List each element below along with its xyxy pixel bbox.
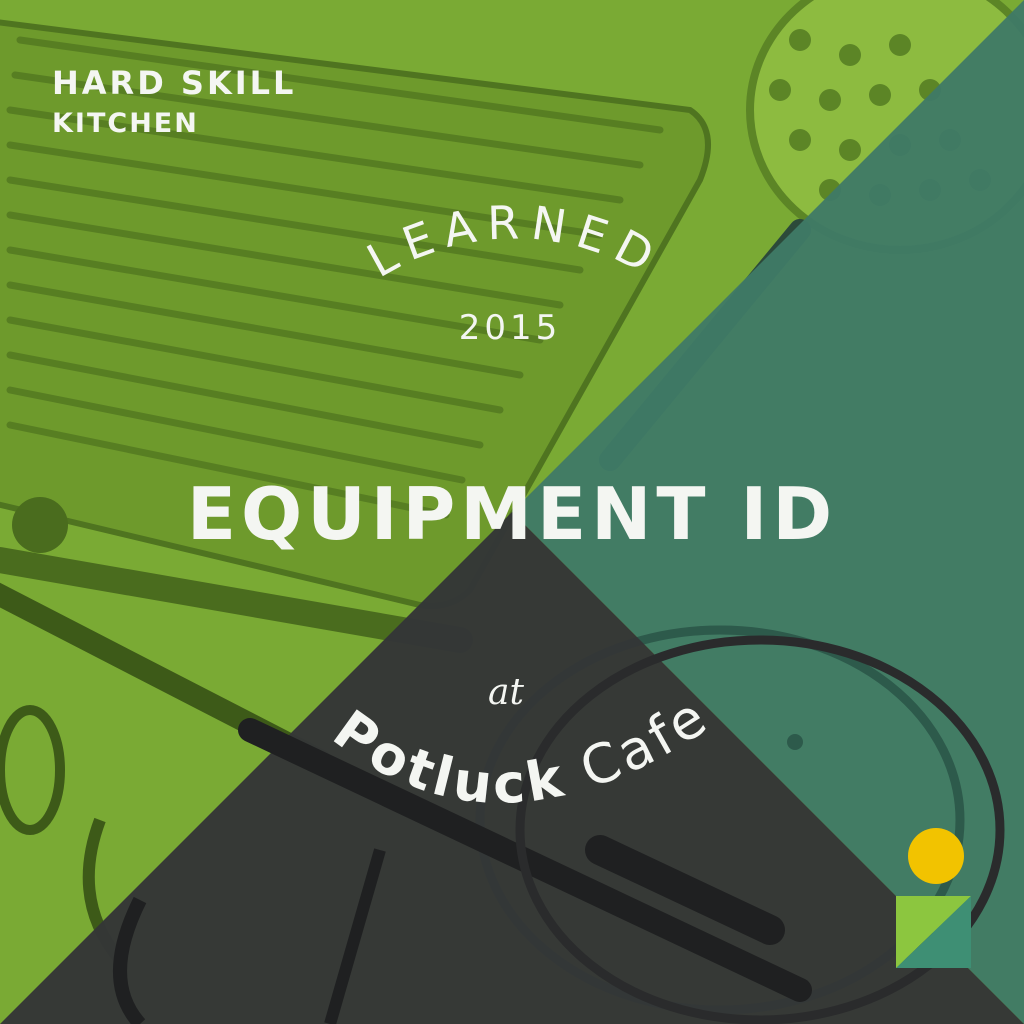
svg-text:LEARNED: LEARNED [358, 195, 671, 288]
course-badge: LEARNED Potluck Cafe HARD SKILL KITCHEN … [0, 0, 1024, 1024]
learned-label: LEARNED [358, 195, 661, 288]
at-label: at [488, 672, 524, 713]
brand-line-2: KITCHEN [52, 108, 199, 139]
venue-light: Cafe [572, 684, 720, 801]
venue-bold: Potluck [322, 698, 571, 817]
year-label: 2015 [458, 308, 562, 348]
badge-title: EQUIPMENT ID [186, 472, 838, 556]
brand-line-1: HARD SKILL [52, 64, 297, 102]
